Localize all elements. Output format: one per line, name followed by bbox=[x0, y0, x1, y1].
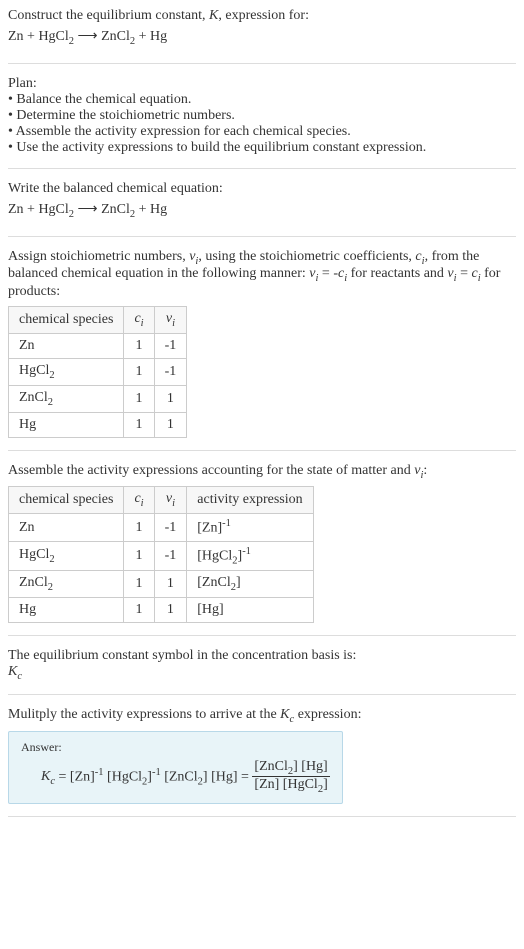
cell: HgCl2 bbox=[9, 541, 124, 570]
plan-bullet: • Use the activity expressions to build … bbox=[8, 140, 516, 156]
activity-table: chemical species ci νi activity expressi… bbox=[8, 486, 314, 623]
balanced-header: Write the balanced chemical equation: bbox=[8, 181, 516, 197]
cell: 1 bbox=[124, 385, 154, 412]
plan-header: Plan: bbox=[8, 76, 516, 92]
cell: 1 bbox=[154, 571, 187, 598]
cell: 1 bbox=[124, 358, 154, 385]
cell: 1 bbox=[124, 333, 154, 358]
intro-line: Construct the equilibrium constant, K, e… bbox=[8, 8, 516, 24]
stoich-intro: Assign stoichiometric numbers, νi, using… bbox=[8, 249, 516, 301]
cell: ZnCl2 bbox=[9, 571, 124, 598]
col-header: ci bbox=[124, 487, 154, 514]
final-line: Mulitply the activity expressions to arr… bbox=[8, 707, 516, 725]
final-section: Mulitply the activity expressions to arr… bbox=[8, 707, 516, 817]
cell: 1 bbox=[124, 598, 154, 623]
cell: Zn bbox=[9, 514, 124, 542]
table-row: HgCl2 1 -1 [HgCl2]-1 bbox=[9, 541, 314, 570]
answer-box: Answer: Kc = [Zn]-1 [HgCl2]-1 [ZnCl2] [H… bbox=[8, 731, 343, 805]
cell: Zn bbox=[9, 333, 124, 358]
cell: HgCl2 bbox=[9, 358, 124, 385]
table-row: Hg 1 1 [Hg] bbox=[9, 598, 314, 623]
activity-section: Assemble the activity expressions accoun… bbox=[8, 463, 516, 637]
cell: -1 bbox=[154, 333, 187, 358]
stoich-section: Assign stoichiometric numbers, νi, using… bbox=[8, 249, 516, 451]
cell: 1 bbox=[154, 412, 187, 437]
balanced-equation: Zn + HgCl2 ⟶ ZnCl2 + Hg bbox=[8, 201, 516, 220]
answer-expression: Kc = [Zn]-1 [HgCl2]-1 [ZnCl2] [Hg] = [Zn… bbox=[41, 759, 330, 796]
table-row: Zn 1 -1 [Zn]-1 bbox=[9, 514, 314, 542]
cell: -1 bbox=[154, 358, 187, 385]
table-row: ZnCl2 1 1 bbox=[9, 385, 187, 412]
col-header: chemical species bbox=[9, 487, 124, 514]
cell: 1 bbox=[124, 514, 154, 542]
cell: [Hg] bbox=[187, 598, 313, 623]
cell: [HgCl2]-1 bbox=[187, 541, 313, 570]
cell: [ZnCl2] bbox=[187, 571, 313, 598]
col-header: chemical species bbox=[9, 307, 124, 334]
cell: ZnCl2 bbox=[9, 385, 124, 412]
col-header: ci bbox=[124, 307, 154, 334]
intro-section: Construct the equilibrium constant, K, e… bbox=[8, 8, 516, 64]
plan-bullet: • Balance the chemical equation. bbox=[8, 92, 516, 108]
intro-equation: Zn + HgCl2 ⟶ ZnCl2 + Hg bbox=[8, 28, 516, 47]
symbol-k: Kc bbox=[8, 664, 516, 682]
symbol-line: The equilibrium constant symbol in the c… bbox=[8, 648, 516, 664]
cell: Hg bbox=[9, 598, 124, 623]
cell: -1 bbox=[154, 514, 187, 542]
cell: -1 bbox=[154, 541, 187, 570]
col-header: νi bbox=[154, 307, 187, 334]
cell: 1 bbox=[124, 541, 154, 570]
cell: Hg bbox=[9, 412, 124, 437]
cell: 1 bbox=[154, 598, 187, 623]
plan-section: Plan: • Balance the chemical equation. •… bbox=[8, 76, 516, 169]
cell: [Zn]-1 bbox=[187, 514, 313, 542]
col-header: νi bbox=[154, 487, 187, 514]
plan-bullet: • Determine the stoichiometric numbers. bbox=[8, 108, 516, 124]
table-row: ZnCl2 1 1 [ZnCl2] bbox=[9, 571, 314, 598]
cell: 1 bbox=[124, 571, 154, 598]
balanced-section: Write the balanced chemical equation: Zn… bbox=[8, 181, 516, 237]
cell: 1 bbox=[124, 412, 154, 437]
table-row: Zn 1 -1 bbox=[9, 333, 187, 358]
col-header: activity expression bbox=[187, 487, 313, 514]
stoich-table: chemical species ci νi Zn 1 -1 HgCl2 1 -… bbox=[8, 306, 187, 437]
symbol-section: The equilibrium constant symbol in the c… bbox=[8, 648, 516, 695]
cell: 1 bbox=[154, 385, 187, 412]
activity-intro: Assemble the activity expressions accoun… bbox=[8, 463, 516, 481]
answer-label: Answer: bbox=[21, 740, 330, 755]
plan-bullet: • Assemble the activity expression for e… bbox=[8, 124, 516, 140]
table-row: Hg 1 1 bbox=[9, 412, 187, 437]
table-row: HgCl2 1 -1 bbox=[9, 358, 187, 385]
